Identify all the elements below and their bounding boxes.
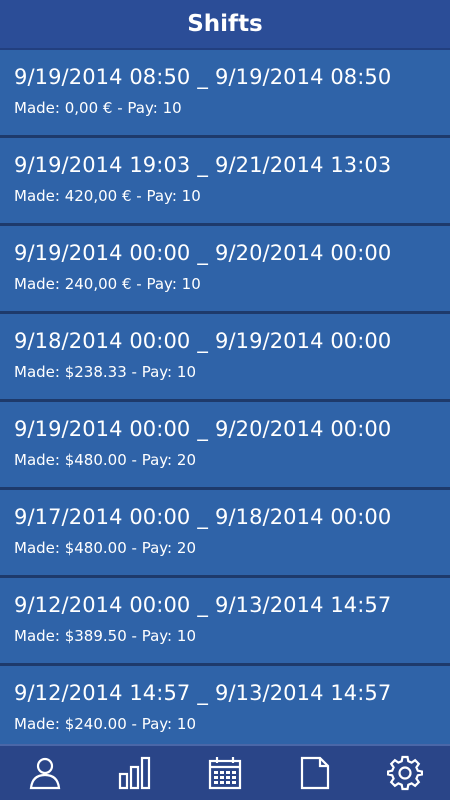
calendar-icon <box>208 757 242 790</box>
shift-start: 9/19/2014 00:00 <box>14 417 191 441</box>
shift-list[interactable]: 9/19/2014 08:50 _ 9/19/2014 08:50 Made: 0,… <box>0 50 450 744</box>
pay-value: 10 <box>162 99 182 117</box>
pay-label: - Pay: <box>136 187 177 205</box>
shift-range: 9/12/2014 00:00 _ 9/13/2014 14:57 <box>14 592 450 618</box>
made-amount: $238.33 <box>64 363 127 381</box>
range-separator: _ <box>197 593 208 617</box>
made-label: Made: <box>14 451 60 469</box>
shift-summary: Made: $240.00 - Pay: 10 <box>14 715 450 733</box>
shift-end: 9/21/2014 13:03 <box>214 153 392 177</box>
tab-settings[interactable] <box>360 746 450 800</box>
made-label: Made: <box>14 715 60 733</box>
tab-calendar[interactable] <box>180 746 270 800</box>
shift-end: 9/13/2014 14:57 <box>214 681 392 705</box>
shift-end: 9/20/2014 00:00 <box>214 417 392 441</box>
shift-row[interactable]: 9/19/2014 19:03 _ 9/21/2014 13:03 Made: 42… <box>0 138 450 226</box>
made-label: Made: <box>14 363 60 381</box>
shift-end: 9/13/2014 14:57 <box>214 593 392 617</box>
shift-row[interactable]: 9/19/2014 08:50 _ 9/19/2014 08:50 Made: 0,… <box>0 50 450 138</box>
shift-start: 9/19/2014 00:00 <box>14 241 191 265</box>
shift-row[interactable]: 9/17/2014 00:00 _ 9/18/2014 00:00 Made: $4… <box>0 490 450 578</box>
shift-row[interactable]: 9/19/2014 00:00 _ 9/20/2014 00:00 Made: $4… <box>0 402 450 490</box>
shift-range: 9/17/2014 00:00 _ 9/18/2014 00:00 <box>14 504 450 530</box>
made-label: Made: <box>14 187 60 205</box>
made-amount: 0,00 € <box>64 99 113 117</box>
app-header: Shifts <box>0 0 450 50</box>
shift-end: 9/20/2014 00:00 <box>214 241 392 265</box>
pay-value: 20 <box>176 539 196 557</box>
pay-value: 20 <box>176 451 196 469</box>
page-title: Shifts <box>187 11 263 37</box>
shift-start: 9/12/2014 00:00 <box>14 593 191 617</box>
range-separator: _ <box>197 65 208 89</box>
shift-range: 9/12/2014 14:57 _ 9/13/2014 14:57 <box>14 680 450 706</box>
tab-profile[interactable] <box>0 746 90 800</box>
shift-end: 9/19/2014 00:00 <box>214 329 392 353</box>
made-label: Made: <box>14 275 60 293</box>
shift-start: 9/12/2014 14:57 <box>14 681 191 705</box>
pay-label: - Pay: <box>131 627 173 645</box>
shift-start: 9/19/2014 08:50 <box>14 65 191 89</box>
made-amount: $480.00 <box>64 451 127 469</box>
pay-value: 10 <box>176 715 196 733</box>
gear-icon <box>387 755 423 791</box>
shift-summary: Made: $480.00 - Pay: 20 <box>14 451 450 469</box>
range-separator: _ <box>197 505 208 529</box>
shift-end: 9/18/2014 00:00 <box>214 505 392 529</box>
pay-label: - Pay: <box>136 275 177 293</box>
range-separator: _ <box>197 681 208 705</box>
shift-summary: Made: 0,00 € - Pay: 10 <box>14 99 450 117</box>
user-icon <box>29 757 61 790</box>
shift-start: 9/18/2014 00:00 <box>14 329 191 353</box>
shift-row[interactable]: 9/12/2014 00:00 _ 9/13/2014 14:57 Made: $3… <box>0 578 450 666</box>
range-separator: _ <box>197 241 208 265</box>
shift-range: 9/19/2014 00:00 _ 9/20/2014 00:00 <box>14 240 450 266</box>
made-amount: $480.00 <box>64 539 127 557</box>
tab-stats[interactable] <box>90 746 180 800</box>
shift-row[interactable]: 9/18/2014 00:00 _ 9/19/2014 00:00 Made: $2… <box>0 314 450 402</box>
made-amount: 240,00 € <box>64 275 132 293</box>
made-label: Made: <box>14 627 60 645</box>
shift-row[interactable]: 9/12/2014 14:57 _ 9/13/2014 14:57 Made: $2… <box>0 666 450 744</box>
pay-label: - Pay: <box>117 99 158 117</box>
bottom-tab-bar <box>0 744 450 800</box>
made-label: Made: <box>14 99 60 117</box>
pay-value: 10 <box>181 187 201 205</box>
shift-summary: Made: $389.50 - Pay: 10 <box>14 627 450 645</box>
bar-chart-icon <box>118 756 151 790</box>
shift-start: 9/17/2014 00:00 <box>14 505 191 529</box>
range-separator: _ <box>197 153 208 177</box>
pay-label: - Pay: <box>131 363 173 381</box>
shift-range: 9/19/2014 08:50 _ 9/19/2014 08:50 <box>14 64 450 90</box>
shift-range: 9/19/2014 00:00 _ 9/20/2014 00:00 <box>14 416 450 442</box>
made-amount: $389.50 <box>64 627 127 645</box>
document-icon <box>300 756 330 790</box>
shift-summary: Made: $480.00 - Pay: 20 <box>14 539 450 557</box>
pay-label: - Pay: <box>131 451 173 469</box>
shift-summary: Made: $238.33 - Pay: 10 <box>14 363 450 381</box>
pay-value: 10 <box>181 275 201 293</box>
shift-range: 9/19/2014 19:03 _ 9/21/2014 13:03 <box>14 152 450 178</box>
shift-summary: Made: 420,00 € - Pay: 10 <box>14 187 450 205</box>
shift-row[interactable]: 9/19/2014 00:00 _ 9/20/2014 00:00 Made: 24… <box>0 226 450 314</box>
pay-value: 10 <box>176 627 196 645</box>
pay-label: - Pay: <box>131 539 173 557</box>
shift-start: 9/19/2014 19:03 <box>14 153 191 177</box>
pay-value: 10 <box>176 363 196 381</box>
shift-end: 9/19/2014 08:50 <box>214 65 392 89</box>
shift-range: 9/18/2014 00:00 _ 9/19/2014 00:00 <box>14 328 450 354</box>
range-separator: _ <box>197 417 208 441</box>
made-amount: $240.00 <box>64 715 127 733</box>
made-label: Made: <box>14 539 60 557</box>
pay-label: - Pay: <box>131 715 173 733</box>
tab-documents[interactable] <box>270 746 360 800</box>
range-separator: _ <box>197 329 208 353</box>
shift-summary: Made: 240,00 € - Pay: 10 <box>14 275 450 293</box>
made-amount: 420,00 € <box>64 187 132 205</box>
